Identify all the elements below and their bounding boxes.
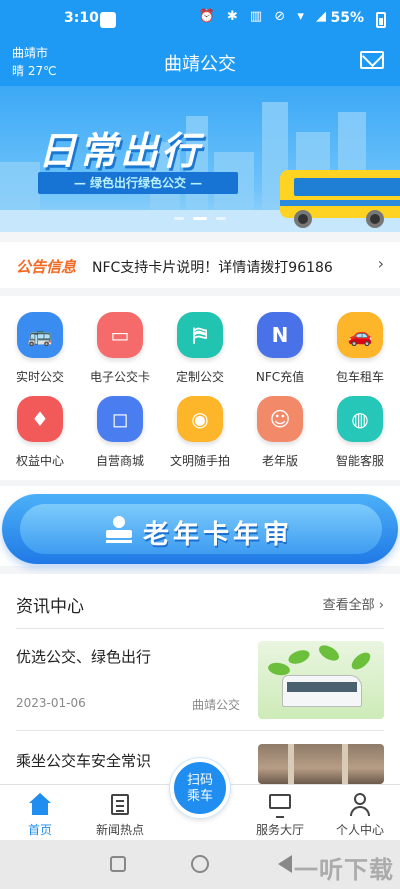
carousel-dot[interactable] bbox=[173, 217, 184, 220]
senior-card-label: 老年卡年审 bbox=[142, 520, 293, 550]
robot-icon: ◍ bbox=[337, 396, 383, 442]
service-charter-car[interactable]: 🚗 包车租车 bbox=[320, 312, 400, 385]
banner-subtitle: — 绿色出行绿色公交 — bbox=[38, 172, 238, 194]
service-smart-support[interactable]: ◍ 智能客服 bbox=[320, 396, 400, 469]
divider bbox=[16, 628, 384, 629]
elder-icon: ☺ bbox=[257, 396, 303, 442]
notice-bar[interactable]: 公告信息 NFC支持卡片说明！详情请拨打96186 › bbox=[0, 242, 400, 288]
banner-title: 日常出行 bbox=[38, 129, 203, 173]
monitor-icon bbox=[268, 793, 292, 818]
service-grid: 🚌 实时公交 ▭ 电子公交卡 ⛿ 定制公交 N NFC充值 🚗 包车租车 ♦ 权… bbox=[0, 296, 400, 480]
service-civil-photo[interactable]: ◉ 文明随手拍 bbox=[160, 396, 240, 469]
battery-percent: 55% bbox=[330, 10, 364, 26]
news-item-source: 曲靖公交 bbox=[192, 698, 241, 712]
carousel-dot-active[interactable] bbox=[193, 217, 207, 220]
senior-card-section: 老年卡年审 bbox=[0, 486, 400, 566]
senior-card-review-button[interactable]: 老年卡年审 bbox=[2, 494, 398, 564]
service-realtime-bus[interactable]: 🚌 实时公交 bbox=[0, 312, 80, 385]
custom-bus-icon: ⛿ bbox=[177, 312, 223, 358]
news-item-title: 乘坐公交车安全常识 bbox=[16, 752, 152, 770]
app-notification-icon bbox=[100, 12, 116, 28]
carousel-indicator bbox=[0, 205, 400, 224]
system-nav-bar: 一听下载 bbox=[0, 840, 400, 889]
notice-text[interactable]: NFC支持卡片说明！详情请拨打96186 bbox=[92, 257, 333, 277]
newspaper-icon bbox=[108, 793, 132, 817]
bus-icon: 🚌 bbox=[17, 312, 63, 358]
news-item-title: 优选公交、绿色出行 bbox=[16, 648, 152, 666]
back-icon[interactable] bbox=[278, 855, 292, 873]
diamond-icon: ♦ bbox=[17, 396, 63, 442]
news-section: 资讯中心 查看全部 › 优选公交、绿色出行 2023-01-06 曲靖公交 乘坐… bbox=[0, 574, 400, 784]
recent-apps-icon[interactable] bbox=[110, 856, 126, 872]
news-thumbnail bbox=[258, 641, 384, 719]
chevron-right-icon[interactable]: › bbox=[378, 254, 384, 273]
view-all-link[interactable]: 查看全部 › bbox=[323, 594, 384, 613]
service-mall[interactable]: ◻ 自营商城 bbox=[80, 396, 160, 469]
tab-home[interactable]: 首页 bbox=[0, 785, 80, 841]
news-thumbnail bbox=[258, 744, 384, 784]
shopping-bag-icon: ◻ bbox=[97, 396, 143, 442]
camera-icon: ◉ bbox=[177, 396, 223, 442]
status-time: 3:10 bbox=[64, 10, 99, 26]
status-bar: 3:10 ⏰ ✱ ▥ ⊘ ▾ ◢ 55% bbox=[0, 0, 400, 38]
nfc-icon: N bbox=[257, 312, 303, 358]
service-custom-bus[interactable]: ⛿ 定制公交 bbox=[160, 312, 240, 385]
news-item[interactable]: 优选公交、绿色出行 2023-01-06 曲靖公交 bbox=[16, 641, 384, 736]
notice-tag: 公告信息 bbox=[16, 258, 77, 276]
news-item-date: 2023-01-06 bbox=[16, 696, 86, 710]
user-icon bbox=[348, 793, 372, 817]
tab-news[interactable]: 新闻热点 bbox=[80, 785, 160, 841]
divider bbox=[16, 730, 384, 731]
car-icon: 🚗 bbox=[337, 312, 383, 358]
tab-service-hall[interactable]: 服务大厅 bbox=[240, 785, 320, 841]
service-e-bus-card[interactable]: ▭ 电子公交卡 bbox=[80, 312, 160, 385]
service-elder-mode[interactable]: ☺ 老年版 bbox=[240, 396, 320, 469]
mail-icon[interactable] bbox=[360, 51, 384, 69]
status-icons: ⏰ ✱ ▥ ⊘ ▾ ◢ bbox=[198, 9, 330, 24]
home-nav-icon[interactable] bbox=[191, 855, 209, 873]
service-nfc-recharge[interactable]: N NFC充值 bbox=[240, 312, 320, 385]
page-title: 曲靖公交 bbox=[164, 54, 236, 75]
carousel-dot[interactable] bbox=[216, 217, 227, 220]
app-header: 曲靖市 晴 27℃ 曲靖公交 bbox=[0, 38, 400, 86]
battery-icon bbox=[376, 12, 386, 28]
service-rights-center[interactable]: ♦ 权益中心 bbox=[0, 396, 80, 469]
scan-to-ride-button[interactable]: 扫码 乘车 bbox=[170, 758, 230, 818]
tab-profile[interactable]: 个人中心 bbox=[320, 785, 400, 841]
card-icon: ▭ bbox=[97, 312, 143, 358]
promo-banner[interactable]: 日常出行 — 绿色出行绿色公交 — bbox=[0, 86, 400, 232]
watermark: 一听下载 bbox=[294, 856, 394, 884]
section-title: 资讯中心 bbox=[16, 597, 84, 617]
home-icon bbox=[28, 793, 52, 817]
